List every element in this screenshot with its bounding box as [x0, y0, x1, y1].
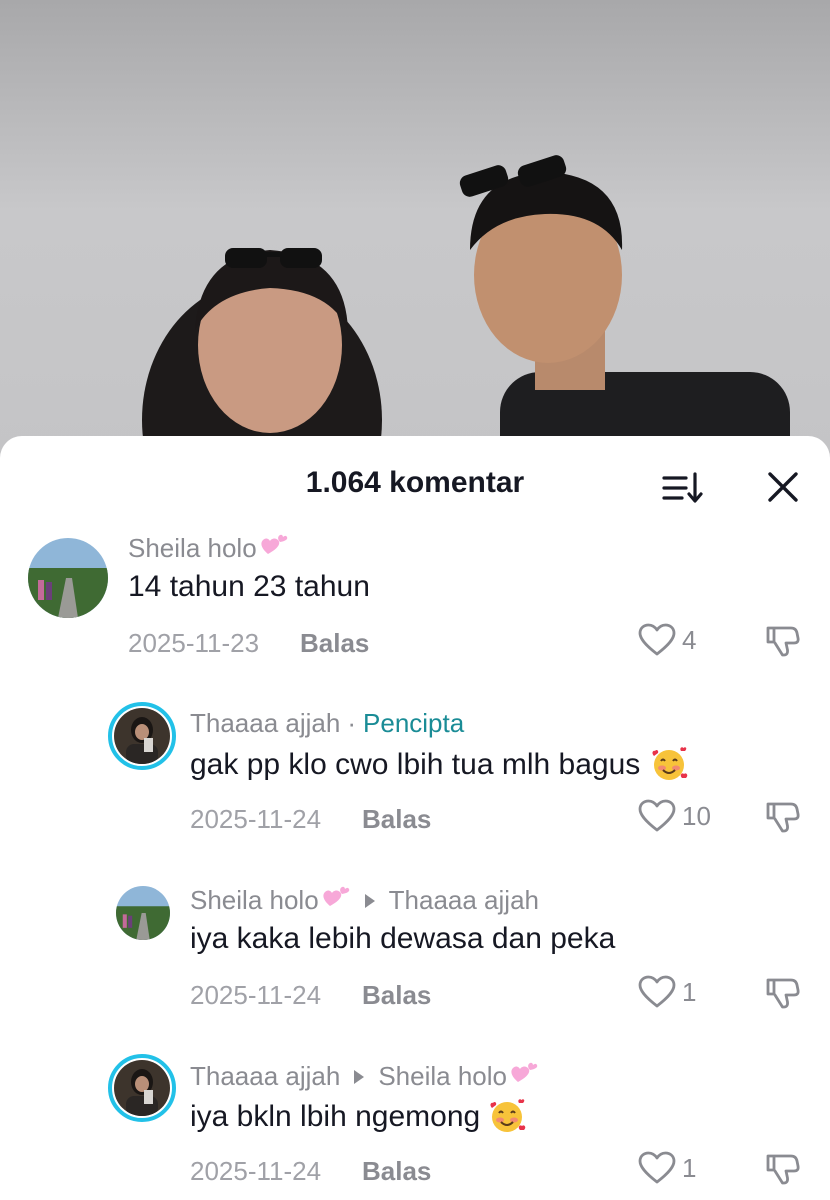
thumbs-down-icon	[766, 802, 800, 833]
comment-author[interactable]: Sheila holo	[128, 532, 289, 565]
creator-badge: Pencipta	[363, 708, 465, 738]
smiling-face-with-hearts-icon	[650, 746, 688, 784]
comment-author[interactable]: Thaaaa ajjah · Pencipta	[190, 708, 464, 739]
author-name[interactable]: Sheila holo	[190, 885, 319, 916]
like-count: 4	[682, 624, 697, 655]
avatar-image	[114, 708, 170, 764]
comment-date: 2025-11-24	[190, 804, 322, 834]
like-button[interactable]: 1	[638, 975, 696, 1009]
comments-header: 1.064 komentar	[0, 436, 830, 536]
comment-text: iya kaka lebih dewasa dan peka	[190, 922, 616, 955]
author-name[interactable]: Sheila holo	[128, 533, 257, 564]
comment-date: 2025-11-24	[190, 1156, 322, 1186]
sparkling-heart-icon	[259, 532, 289, 565]
thumbs-down-icon	[766, 626, 800, 657]
reply-button[interactable]: Balas	[362, 1156, 431, 1187]
reply-to-name[interactable]: Sheila holo	[378, 1061, 507, 1092]
separator-dot: ·	[347, 708, 357, 738]
thumbs-down-icon	[766, 1154, 800, 1185]
heart-outline-icon	[638, 975, 676, 1008]
reply-button[interactable]: Balas	[362, 980, 431, 1011]
dislike-button[interactable]	[764, 974, 802, 1017]
like-button[interactable]: 10	[638, 799, 711, 833]
author-name[interactable]: Thaaaa ajjah	[190, 708, 340, 739]
comment-text-content: iya bkln lbih ngemong	[190, 1100, 481, 1133]
close-button[interactable]	[762, 470, 802, 506]
comment-text: gak pp klo cwo lbih tua mlh bagus	[190, 746, 688, 784]
avatar-image	[28, 538, 108, 618]
reply-to-name[interactable]: Thaaaa ajjah	[389, 885, 539, 916]
comment-author[interactable]: Sheila holo Thaaaa ajjah	[190, 884, 539, 917]
dislike-button[interactable]	[764, 798, 802, 841]
avatar-image	[114, 1060, 170, 1116]
comments-sheet: 1.064 komentar Sheila holo 14 tahun 23 t…	[0, 436, 830, 1200]
comment-author[interactable]: Thaaaa ajjah Sheila holo	[190, 1060, 539, 1093]
like-button[interactable]: 1	[638, 1151, 696, 1185]
sort-button[interactable]	[660, 470, 706, 506]
heart-outline-icon	[638, 1151, 676, 1184]
author-name[interactable]: Thaaaa ajjah	[190, 1061, 340, 1092]
dislike-button[interactable]	[764, 1150, 802, 1193]
like-count: 1	[682, 1152, 697, 1183]
reply-button[interactable]: Balas	[362, 804, 431, 835]
like-button[interactable]: 4	[638, 623, 696, 657]
sparkling-heart-icon	[321, 884, 351, 917]
avatar[interactable]	[28, 538, 108, 618]
reply-to-arrow-icon	[364, 893, 375, 908]
avatar[interactable]	[108, 1054, 176, 1122]
like-count: 10	[682, 800, 711, 831]
reply-button[interactable]: Balas	[300, 628, 369, 659]
heart-outline-icon	[638, 799, 676, 832]
comment-date: 2025-11-24	[190, 980, 322, 1010]
avatar[interactable]	[108, 702, 176, 770]
avatar-image	[116, 886, 170, 940]
close-icon	[768, 472, 798, 502]
avatar[interactable]	[116, 886, 170, 940]
dislike-button[interactable]	[764, 622, 802, 665]
comment-text: iya bkln lbih ngemong	[190, 1098, 526, 1136]
comment-date: 2025-11-23	[128, 628, 260, 658]
comment-text: 14 tahun 23 tahun	[128, 570, 370, 603]
video-background[interactable]	[0, 0, 830, 470]
reply-to-arrow-icon	[354, 1069, 365, 1084]
comment-text-content: gak pp klo cwo lbih tua mlh bagus	[190, 748, 641, 781]
smiling-face-with-hearts-icon	[488, 1098, 526, 1136]
sort-icon	[662, 472, 703, 503]
video-frame-image	[142, 155, 790, 470]
heart-outline-icon	[638, 623, 676, 656]
like-count: 1	[682, 976, 697, 1007]
sparkling-heart-icon	[509, 1060, 539, 1093]
thumbs-down-icon	[766, 978, 800, 1009]
